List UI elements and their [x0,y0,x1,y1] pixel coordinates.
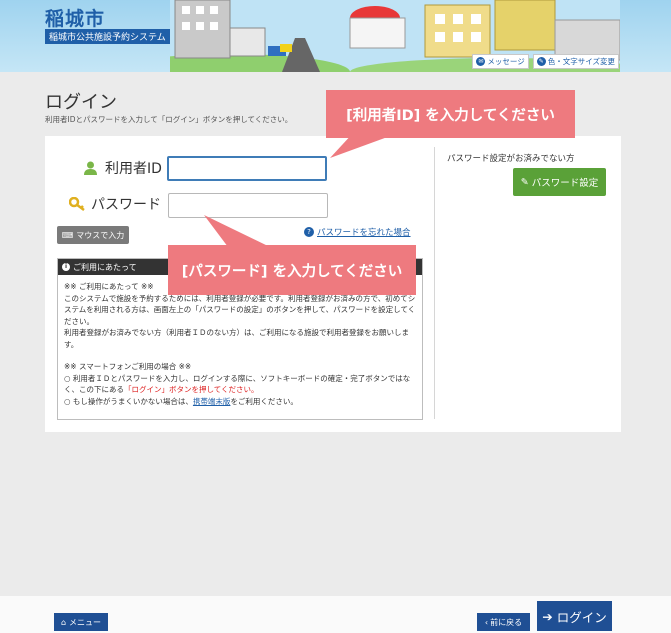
password-row: パスワード [69,194,161,214]
keyboard-icon: ⌨ [61,230,74,240]
notice-line: ○ 利用者ＩＤとパスワードを入力し、ログインする際に、ソフトキーボードの確定・完… [64,373,411,395]
notice-line: ○ もし操作がうまくいかない場合は、携帯端末版をご利用ください。 [64,396,298,406]
login-label: ログイン [556,609,607,625]
message-link[interactable]: ✉ メッセージ [472,54,529,69]
message-icon: ✉ [476,57,486,66]
password-callout: [パスワード] を入力してください [168,245,416,295]
user-id-label: 利用者ID [105,161,162,177]
display-settings-link[interactable]: ✎ 色・文字サイズ変更 [532,54,619,69]
password-label: パスワード [91,197,161,213]
page-description: 利用者IDとパスワードを入力して「ログイン」ボタンを押してください。 [45,115,293,124]
user-id-row: 利用者ID [84,158,162,178]
callout-pointer-password [204,215,270,247]
info-icon: i [62,263,70,271]
question-icon: ? [304,227,314,237]
header-banner: 稲城市 稲城市公共施設予約システム ✉ メッセージ ✎ 色・文字サイズ変更 [0,0,671,72]
back-label: 前に戻る [490,617,523,627]
chevron-left-icon: ‹ [484,617,489,627]
back-button[interactable]: ‹ 前に戻る [477,613,530,631]
notice-line: このシステムで施設を予約するためには、利用者登録が必要です。利用者登録がお済みの… [64,293,416,326]
forgot-password-link[interactable]: ? パスワードを忘れた場合 [304,226,411,238]
sign-in-icon: ➔ [542,608,553,624]
password-setup-label: パスワード設定 [531,178,599,189]
user-id-input[interactable] [167,156,327,181]
display-settings-link-label: 色・文字サイズ変更 [547,57,615,66]
menu-button[interactable]: ⌂ メニュー [54,613,108,631]
login-button[interactable]: ➔ ログイン [537,601,612,631]
pencil-icon: ✎ [536,57,546,66]
notice-line: ※※ スマートフォンご利用の場合 ※※ [64,362,192,371]
home-icon: ⌂ [60,617,67,627]
notice-line: 利用者登録がお済みでない方（利用者ＩＤのない方）は、ご利用になる施設で利用者登録… [64,328,409,349]
pencil-icon: ✎ [520,176,529,188]
mobile-version-link[interactable]: 携帯端末版 [193,397,231,406]
menu-label: メニュー [69,617,102,627]
notice-heading: ご利用にあたって [73,262,137,272]
panel-divider [434,147,435,419]
password-setup-title: パスワード設定がお済みでない方 [447,154,575,164]
user-id-callout: [利用者ID] を入力してください [326,90,575,138]
key-icon [69,197,85,211]
login-emphasis: 「ログイン」ボタンを押してください。 [124,385,259,394]
mouse-input-button[interactable]: ⌨ マウスで入力 [57,226,129,244]
city-name: 稲城市 [45,8,106,30]
message-link-label: メッセージ [487,57,525,66]
system-name: 稲城市公共施設予約システム [45,29,170,44]
mouse-input-label: マウスで入力 [76,230,125,240]
page-title: ログイン [45,92,117,113]
password-setup-button[interactable]: ✎ パスワード設定 [513,168,606,196]
header-links: ✉ メッセージ ✎ 色・文字サイズ変更 [472,54,619,69]
forgot-password-label: パスワードを忘れた場合 [317,228,411,238]
user-icon [84,161,97,175]
